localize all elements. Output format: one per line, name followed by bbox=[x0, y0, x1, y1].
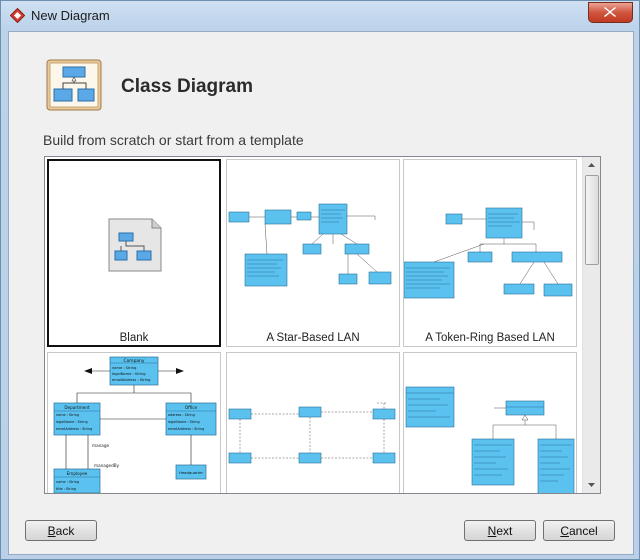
back-mnemonic: B bbox=[47, 523, 56, 538]
template-tile-token-ring-lan[interactable]: A Token-Ring Based LAN bbox=[403, 159, 577, 347]
manage-label: manage bbox=[92, 443, 110, 448]
close-button[interactable] bbox=[588, 2, 633, 23]
template-label: A Star-Based LAN bbox=[266, 332, 360, 344]
department-attr: legalName : String bbox=[56, 420, 88, 424]
blank-diagram-icon bbox=[108, 218, 162, 272]
template-label: Blank bbox=[119, 332, 149, 344]
template-tile-4[interactable]: Company name : String legalName : String… bbox=[47, 352, 221, 493]
department-attr: name : String bbox=[56, 413, 79, 417]
template-preview bbox=[404, 207, 573, 299]
template-preview: Company name : String legalName : String… bbox=[53, 356, 217, 493]
title-bar[interactable]: New Diagram bbox=[1, 1, 639, 31]
class-diagram-icon bbox=[46, 59, 102, 111]
template-preview bbox=[228, 203, 392, 287]
template-tile-star-lan[interactable]: A Star-Based LAN bbox=[226, 159, 400, 347]
template-label: A Token-Ring Based LAN bbox=[425, 332, 555, 344]
window-title: New Diagram bbox=[31, 8, 110, 23]
office-attr: legalName : String bbox=[168, 420, 200, 424]
template-tile-5[interactable] bbox=[226, 352, 400, 493]
close-icon bbox=[604, 7, 616, 17]
employee-attr: name : String bbox=[56, 480, 79, 484]
cancel-button[interactable]: Cancel bbox=[543, 520, 615, 541]
scroll-thumb[interactable] bbox=[585, 175, 599, 265]
cancel-mnemonic: C bbox=[560, 523, 569, 538]
employee-attr: title : String bbox=[56, 487, 76, 491]
next-mnemonic: N bbox=[487, 523, 497, 538]
headquarter-class-title: Headquarter bbox=[179, 470, 203, 475]
template-preview bbox=[405, 386, 575, 493]
office-attr: address : String bbox=[168, 413, 195, 417]
template-tile-6[interactable] bbox=[403, 352, 577, 493]
employee-class-title: Employee bbox=[67, 471, 88, 476]
company-attr: emailAddress : String bbox=[112, 378, 150, 382]
office-attr: emailAddress : String bbox=[168, 427, 204, 431]
template-gallery: Blank A Star-Based LAN A Token-Ring Base… bbox=[44, 156, 601, 494]
company-attr: legalName : String bbox=[112, 372, 146, 376]
scroll-up-arrow-icon[interactable] bbox=[583, 157, 600, 174]
template-preview bbox=[228, 402, 396, 464]
back-label: ack bbox=[55, 523, 75, 538]
company-class-title: Company bbox=[124, 358, 145, 364]
template-tile-blank[interactable]: Blank bbox=[47, 159, 221, 347]
scroll-down-arrow-icon[interactable] bbox=[583, 476, 600, 493]
office-class-title: Office bbox=[185, 405, 198, 410]
managedby-label: managedBy bbox=[94, 463, 120, 468]
back-button[interactable]: Back bbox=[25, 520, 97, 541]
page-title: Class Diagram bbox=[121, 76, 254, 97]
dialog-window: New Diagram Class Diagram Build from scr… bbox=[0, 0, 640, 560]
dialog-content: Class Diagram Build from scratch or star… bbox=[8, 31, 634, 555]
department-class-title: Department bbox=[64, 405, 90, 410]
app-diamond-icon bbox=[10, 8, 25, 23]
cancel-label: ancel bbox=[568, 523, 598, 538]
company-attr: name : String bbox=[112, 366, 136, 370]
next-label: ext bbox=[496, 523, 513, 538]
gallery-scrollbar[interactable] bbox=[582, 157, 600, 493]
next-button[interactable]: Next bbox=[464, 520, 536, 541]
subtitle: Build from scratch or start from a templ… bbox=[43, 132, 304, 148]
department-attr: emailAddress : String bbox=[56, 427, 92, 431]
